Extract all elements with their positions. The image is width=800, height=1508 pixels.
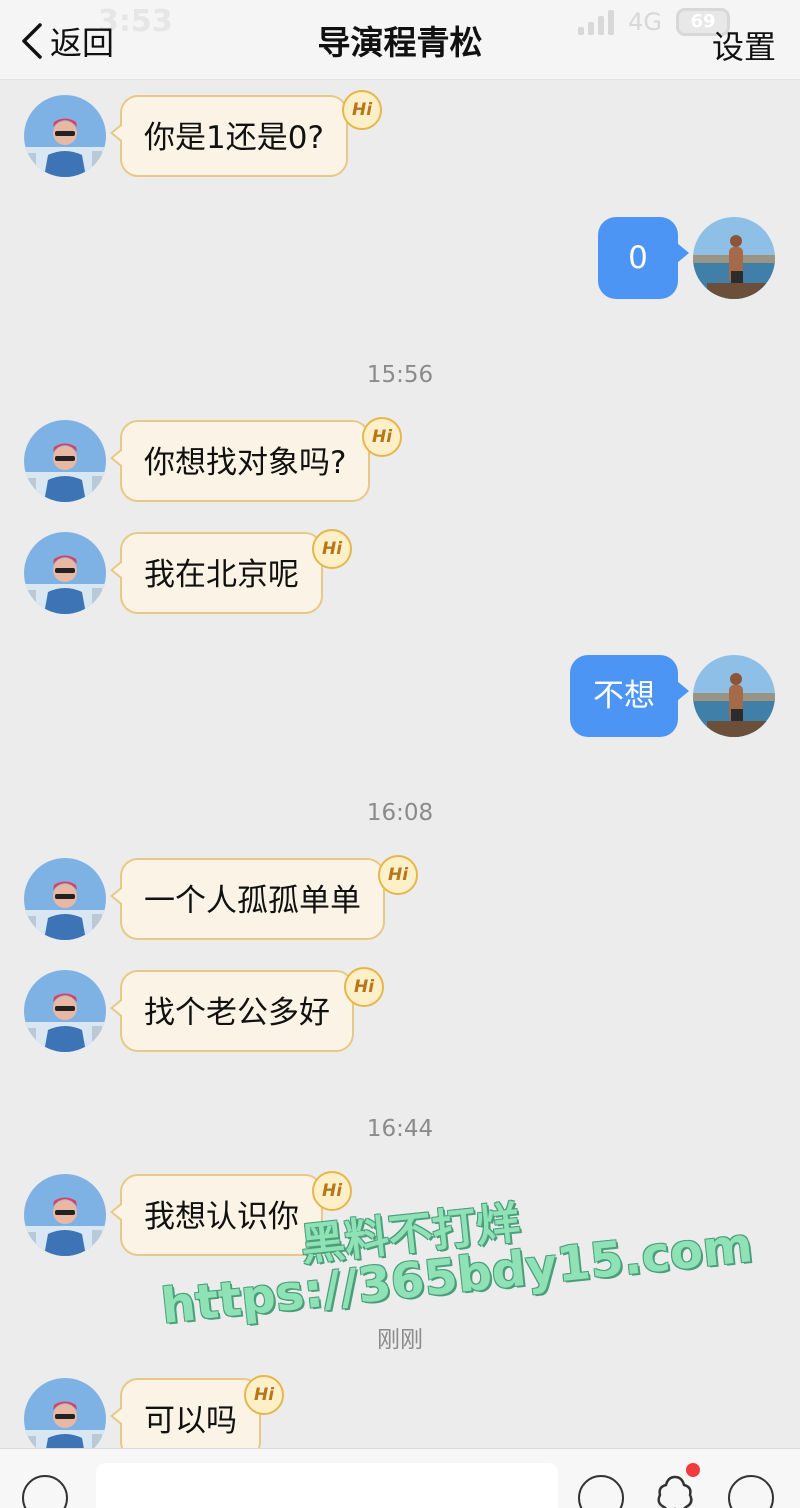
incoming-message[interactable]: 你想找对象吗? — [109, 420, 371, 502]
contact-avatar[interactable] — [24, 532, 106, 614]
chat-header: 3:53 4G 69 返回 导演程青松 设置 — [0, 0, 800, 80]
incoming-message[interactable]: 我在北京呢 — [110, 532, 323, 614]
timestamp: 16:44 — [366, 1116, 434, 1142]
my-avatar[interactable] — [693, 655, 775, 737]
emoji-icon[interactable] — [578, 1475, 624, 1508]
hi-badge: Hi — [312, 529, 352, 569]
contact-avatar[interactable] — [24, 95, 106, 177]
timestamp: 16:08 — [366, 800, 434, 826]
timestamp: 刚刚 — [377, 1327, 423, 1353]
notification-dot — [686, 1463, 700, 1477]
message-input[interactable] — [96, 1463, 558, 1508]
hi-badge: Hi — [244, 1375, 284, 1415]
hi-badge: Hi — [362, 417, 402, 457]
timestamp: 15:56 — [366, 362, 434, 388]
chat-title: 导演程青松 — [317, 23, 483, 62]
contact-avatar[interactable] — [24, 420, 106, 502]
incoming-message[interactable]: 你是1还是0? — [110, 95, 348, 177]
my-avatar[interactable] — [693, 217, 775, 299]
outgoing-message[interactable]: 不想 — [570, 655, 689, 737]
contact-avatar[interactable] — [24, 970, 106, 1052]
settings-button[interactable]: 设置 — [712, 22, 776, 68]
plus-icon[interactable] — [728, 1475, 774, 1508]
incoming-message[interactable]: 找个老公多好 — [110, 970, 354, 1052]
input-bar — [0, 1448, 800, 1508]
outgoing-message[interactable]: 0 — [598, 217, 689, 299]
voice-icon[interactable] — [22, 1475, 68, 1508]
hi-badge: Hi — [342, 90, 382, 130]
contact-avatar[interactable] — [24, 858, 106, 940]
hi-badge: Hi — [344, 967, 384, 1007]
hi-badge: Hi — [378, 855, 418, 895]
incoming-message[interactable]: 一个人孤孤单单 — [110, 858, 385, 940]
contact-avatar[interactable] — [24, 1174, 106, 1256]
incoming-message[interactable]: 我想认识你 — [110, 1174, 323, 1256]
